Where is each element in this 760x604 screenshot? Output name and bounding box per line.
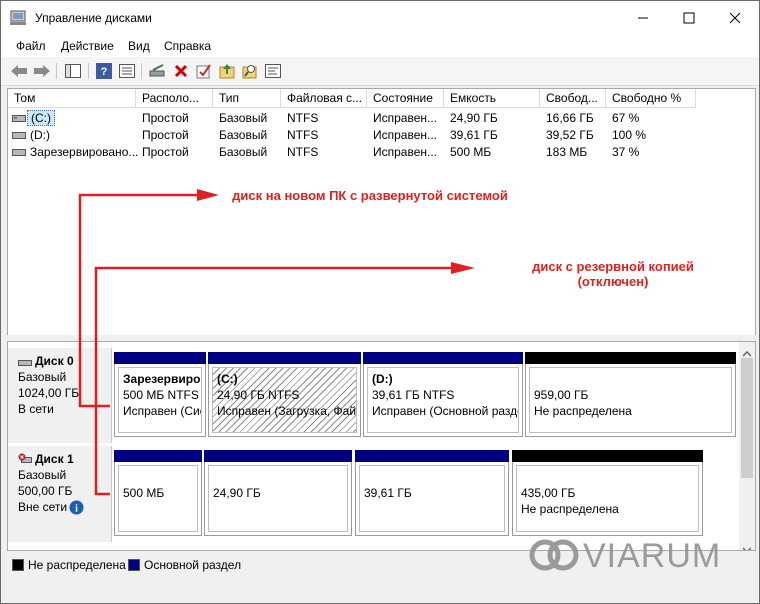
watermark-text: VIARUM	[583, 537, 722, 575]
annotation-arrows	[78, 189, 475, 496]
viarum-watermark: VIARUM	[521, 531, 731, 579]
disk-management-window: Управление дисками Файл Действие Вид Спр…	[0, 0, 760, 604]
status-bar	[1, 577, 759, 603]
unallocated-swatch	[12, 559, 24, 571]
legend-unallocated: Не распределена	[28, 558, 126, 572]
legend-primary: Основной раздел	[144, 558, 242, 572]
primary-swatch	[128, 559, 140, 571]
